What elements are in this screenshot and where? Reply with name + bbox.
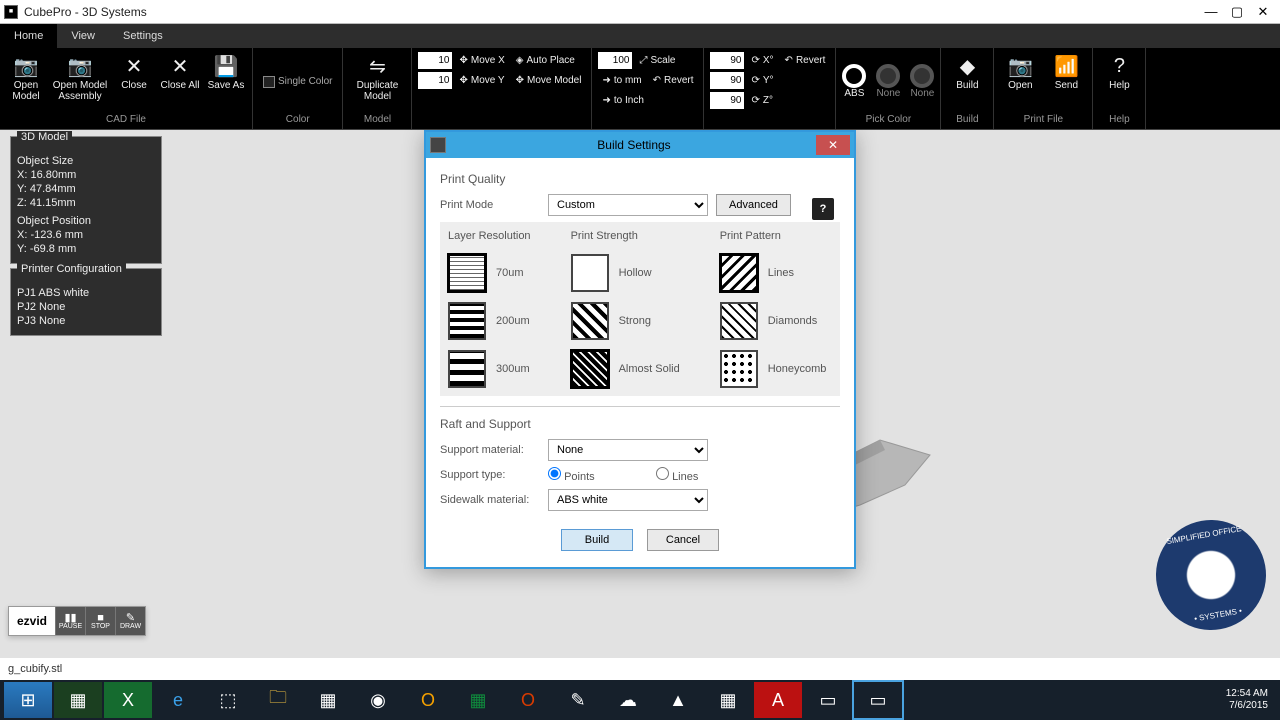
taskbar-ie[interactable]: ▦ [54,682,102,718]
move-model-button[interactable]: ✥ Move Model [512,75,586,86]
rotate-x-input[interactable]: 90 [710,52,744,69]
taskbar-clock[interactable]: 12:54 AM 7/6/2015 [1218,688,1276,712]
layer-300um[interactable]: 300um [448,350,531,388]
ezvid-draw[interactable]: ✎DRAW [115,607,145,635]
rotate-z-input[interactable]: 90 [710,92,744,109]
taskbar-app6[interactable]: ☁ [604,682,652,718]
ezvid-stop[interactable]: ■STOP [85,607,115,635]
print-send-button[interactable]: 📶Send [1046,50,1086,91]
help-button[interactable]: ?Help [1099,50,1139,91]
print-open-button[interactable]: 📷Open [1000,50,1040,91]
dialog-help-icon[interactable]: ? [812,198,834,220]
taskbar-app4[interactable]: O [504,682,552,718]
close-all-button[interactable]: ✕Close All [160,50,200,91]
panel-3d-model: 3D Model Object Size X: 16.80mm Y: 47.84… [10,136,162,264]
strength-strong[interactable]: Strong [571,302,680,340]
move-y-button[interactable]: ✥ Move Y [455,75,508,86]
taskbar-app5[interactable]: ✎ [554,682,602,718]
support-type-lines[interactable]: Lines [656,467,756,483]
dialog-close-button[interactable]: ✕ [816,135,850,155]
ezvid-pause[interactable]: ▮▮PAUSE [55,607,85,635]
build-settings-dialog: Build Settings ✕ ? Print Quality Print M… [424,130,856,569]
dialog-icon [430,137,446,153]
close-button[interactable]: ✕Close [114,50,154,91]
taskbar-outlook[interactable]: O [404,682,452,718]
simplified-office-systems-logo: SIMPLIFIED OFFICE • SYSTEMS • [1147,511,1274,638]
rotate-y-button[interactable]: ⟳ Y° [747,75,777,86]
save-as-button[interactable]: 💾Save As [206,50,246,91]
tab-home[interactable]: Home [0,24,57,48]
scale-button[interactable]: ⤢ Scale [635,55,679,66]
tab-settings[interactable]: Settings [109,24,177,48]
taskbar-explorer[interactable]: 🗀 [254,682,302,718]
open-model-assembly-button[interactable]: 📷Open Model Assembly [52,50,108,102]
layer-70um[interactable]: 70um [448,254,531,292]
support-type-points[interactable]: Points [548,467,648,483]
statusbar: g_cubify.stl [0,658,1280,680]
strength-almost-solid[interactable]: Almost Solid [571,350,680,388]
duplicate-model-button[interactable]: ⇋Duplicate Model [349,50,405,102]
taskbar-excel[interactable]: X [104,682,152,718]
single-color-checkbox[interactable]: Single Color [259,76,336,88]
viewport[interactable]: 3D Model Object Size X: 16.80mm Y: 47.84… [0,130,1280,680]
strength-hollow[interactable]: Hollow [571,254,680,292]
material-none2-swatch[interactable] [910,64,934,88]
ezvid-recorder-widget: ezvid ▮▮PAUSE ■STOP ✎DRAW [8,606,146,636]
rotate-y-input[interactable]: 90 [710,72,744,89]
start-button[interactable]: ⊞ [4,682,52,718]
advanced-button[interactable]: Advanced [716,194,791,216]
scale-revert-button[interactable]: ↶ Revert [649,75,698,86]
sidewalk-material-select[interactable]: ABS white [548,489,708,511]
material-abs-swatch[interactable] [842,64,866,88]
panel-printer-config: Printer Configuration PJ1 ABS white PJ2 … [10,268,162,336]
taskbar-app3[interactable]: ▦ [454,682,502,718]
minimize-button[interactable]: — [1198,2,1224,22]
to-inch-button[interactable]: ➜ to Inch [598,95,647,106]
open-model-button[interactable]: 📷Open Model [6,50,46,102]
support-material-select[interactable]: None [548,439,708,461]
maximize-button[interactable]: ▢ [1224,2,1250,22]
dialog-title: Build Settings [452,138,816,152]
pattern-honeycomb[interactable]: Honeycomb [720,350,827,388]
layer-200um[interactable]: 200um [448,302,531,340]
taskbar: ⊞ ▦ X e ⬚ 🗀 ▦ ◉ O ▦ O ✎ ☁ ▲ ▦ A ▭ ▭ 12:5… [0,680,1280,720]
group-cad-file: CAD File [106,113,146,127]
move-x-input[interactable]: 10 [418,52,452,69]
taskbar-acrobat[interactable]: A [754,682,802,718]
taskbar-iexplorer[interactable]: e [154,682,202,718]
rotate-x-button[interactable]: ⟳ X° [747,55,777,66]
taskbar-app8[interactable]: ▦ [704,682,752,718]
taskbar-chrome[interactable]: ◉ [354,682,402,718]
auto-place-button[interactable]: ◈ Auto Place [512,55,579,66]
close-window-button[interactable]: ✕ [1250,2,1276,22]
rotate-revert-button[interactable]: ↶ Revert [781,55,830,66]
material-none1-swatch[interactable] [876,64,900,88]
pattern-diamonds[interactable]: Diamonds [720,302,827,340]
window-title: CubePro - 3D Systems [24,5,1198,19]
ribbon: 📷Open Model 📷Open Model Assembly ✕Close … [0,48,1280,130]
taskbar-app1[interactable]: ⬚ [204,682,252,718]
menubar: Home View Settings [0,24,1280,48]
scale-input[interactable]: 100 [598,52,632,69]
pattern-lines[interactable]: Lines [720,254,827,292]
to-mm-button[interactable]: ➜ to mm [598,75,645,86]
move-y-input[interactable]: 10 [418,72,452,89]
taskbar-app7[interactable]: ▲ [654,682,702,718]
taskbar-app9[interactable]: ▭ [804,682,852,718]
titlebar: ■ CubePro - 3D Systems — ▢ ✕ [0,0,1280,24]
tab-view[interactable]: View [57,24,109,48]
build-button[interactable]: ◆Build [947,50,987,91]
print-mode-select[interactable]: Custom [548,194,708,216]
taskbar-app2[interactable]: ▦ [304,682,352,718]
rotate-z-button[interactable]: ⟳ Z° [747,95,777,106]
move-x-button[interactable]: ✥ Move X [455,55,508,66]
dialog-cancel-button[interactable]: Cancel [647,529,719,551]
taskbar-cubepro[interactable]: ▭ [854,682,902,718]
dialog-build-button[interactable]: Build [561,529,633,551]
app-icon: ■ [4,5,18,19]
